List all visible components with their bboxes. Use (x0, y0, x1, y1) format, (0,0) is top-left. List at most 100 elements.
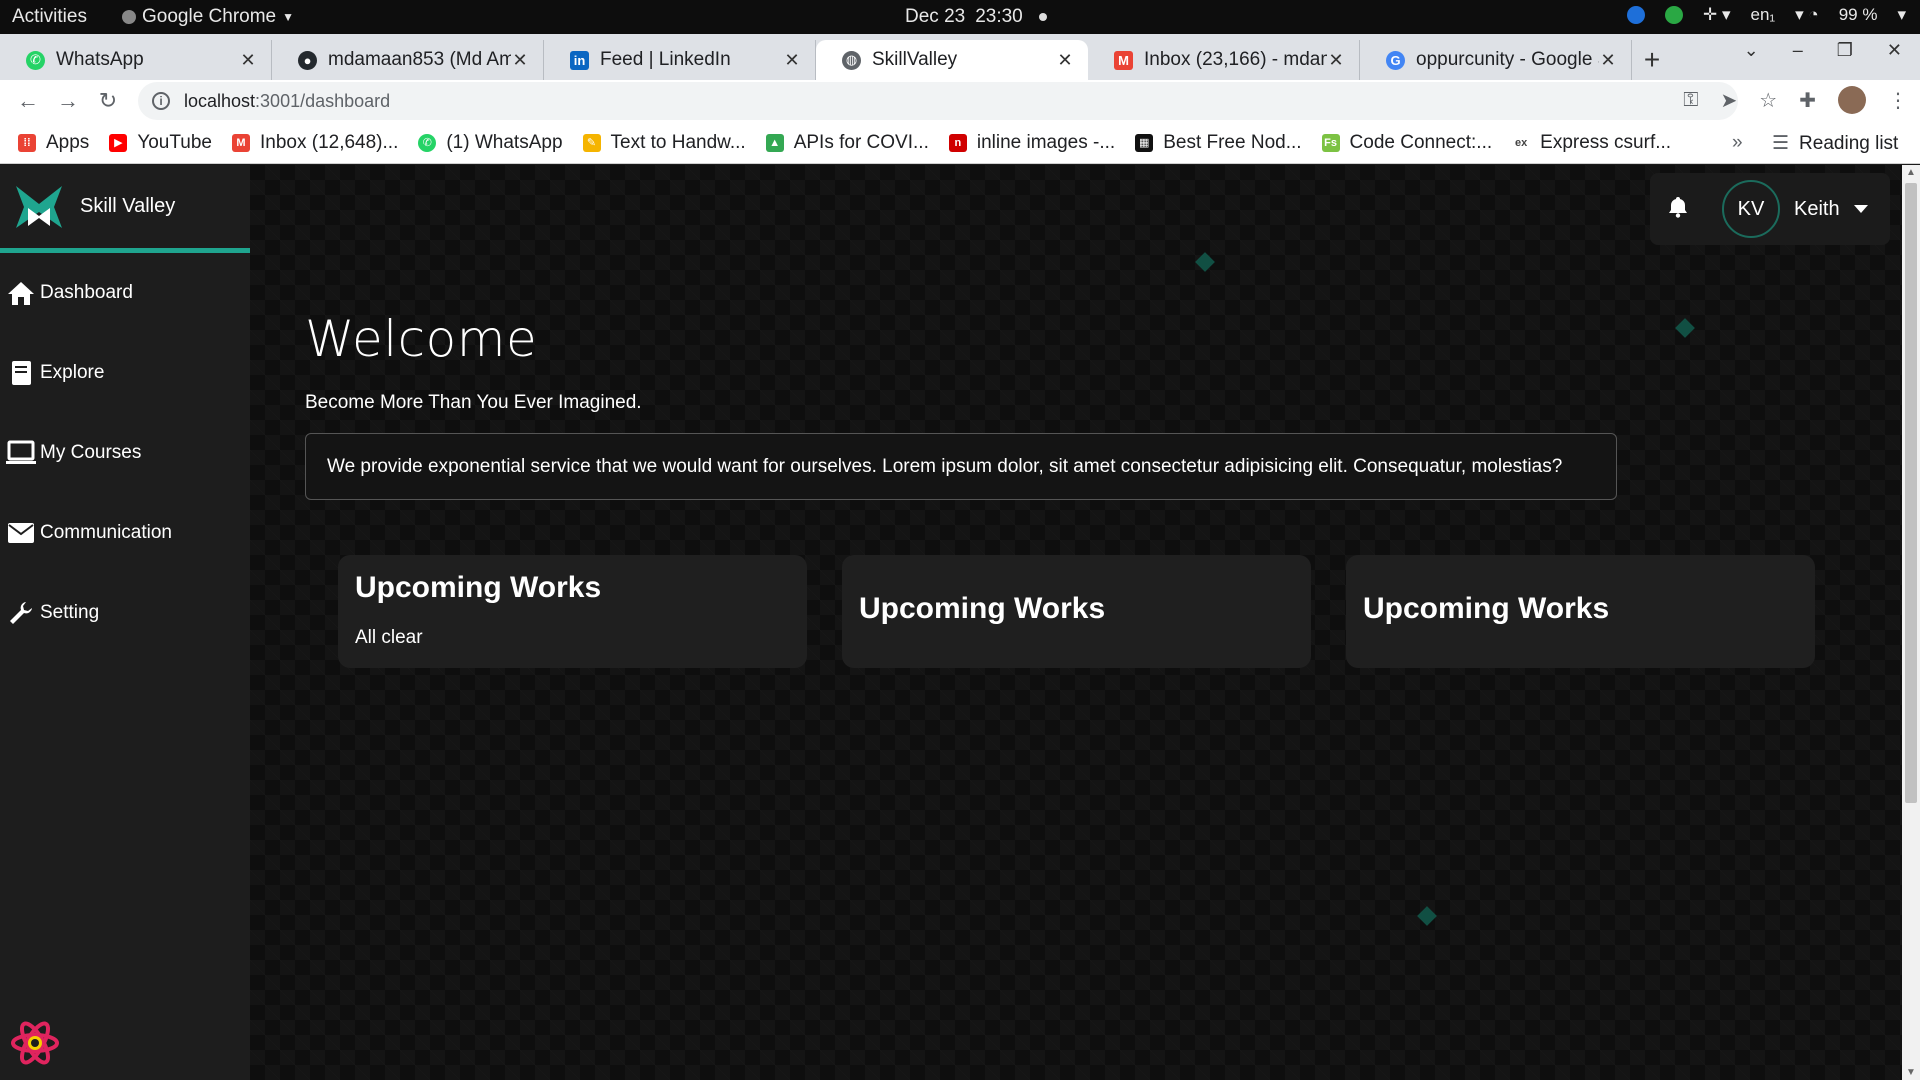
bookmark-label: YouTube (137, 131, 212, 153)
reading-list-button[interactable]: ☰ Reading list (1772, 132, 1898, 155)
brand-name: Skill Valley (80, 195, 176, 217)
bookmark-whatsapp[interactable]: ✆ (1) WhatsApp (418, 131, 563, 154)
send-icon[interactable]: ➤ (1721, 88, 1738, 113)
bookmark-code-connect[interactable]: Fs Code Connect:... (1321, 132, 1492, 154)
extensions-icon[interactable]: ✚ (1799, 88, 1816, 113)
bookmark-label: Inbox (12,648)... (259, 131, 399, 153)
close-icon[interactable]: ✕ (1056, 50, 1074, 71)
youtube-icon: ▶ (109, 133, 128, 152)
sidebar-item-label: My Courses (40, 442, 142, 463)
tab-title: mdamaan853 (Md Ama (328, 49, 511, 70)
bell-icon[interactable] (1668, 196, 1692, 223)
upcoming-works-card[interactable]: Upcoming Works (842, 555, 1311, 668)
tab-skillvalley[interactable]: ◍ SkillValley ✕ (816, 40, 1088, 80)
tab-github[interactable]: ● mdamaan853 (Md Ama ✕ (272, 40, 544, 80)
browser-toolbar: ← → ↻ i localhost:3001/dashboard ⚿ ➤ ☆ ✚… (0, 80, 1920, 122)
activities-button[interactable]: Activities (12, 6, 87, 28)
sidebar-nav: Dashboard Explore My Courses Communicati… (0, 253, 250, 653)
chevron-down-icon: ▾ (1897, 5, 1906, 24)
app-menu[interactable]: Google Chrome ▼ (122, 6, 294, 28)
reload-icon[interactable]: ↻ (88, 88, 128, 114)
sidebar-item-label: Explore (40, 362, 105, 383)
sidebar-item-setting[interactable]: Setting (0, 573, 250, 653)
site-info-icon[interactable]: i (152, 92, 170, 110)
bookmark-label: Apps (46, 131, 90, 153)
bookmark-apis-covid[interactable]: ▲ APIs for COVI... (765, 132, 929, 154)
profile-avatar[interactable] (1838, 86, 1866, 114)
forward-icon[interactable]: → (48, 88, 88, 114)
mission-text: We provide exponential service that we w… (327, 455, 1563, 477)
reading-list-label: Reading list (1799, 132, 1899, 154)
upcoming-works-card[interactable]: Upcoming Works (1346, 555, 1815, 668)
laptop-icon (6, 438, 36, 468)
bookmark-youtube[interactable]: ▶ YouTube (109, 132, 212, 154)
close-icon[interactable]: ✕ (511, 50, 529, 71)
bookmark-express-csurf[interactable]: ex Express csurf... (1512, 132, 1671, 154)
wifi-icon: ▾ ◔ (1795, 5, 1819, 24)
language-indicator: en₁ (1750, 5, 1776, 24)
upcoming-works-card[interactable]: Upcoming Works All clear (338, 555, 807, 668)
chrome-icon (122, 10, 136, 24)
bookmark-inline-images[interactable]: n inline images -... (948, 132, 1115, 154)
envelope-icon (6, 518, 36, 548)
clock[interactable]: Dec 23 23:30 (905, 6, 1047, 28)
gmail-icon: M (1114, 50, 1133, 70)
page-scrollbar[interactable]: ▲ ▼ (1902, 165, 1920, 1080)
book-icon (6, 358, 36, 388)
more-menu-icon[interactable]: ⋮ (1888, 88, 1908, 113)
bookmark-label: (1) WhatsApp (446, 131, 563, 153)
teamviewer-icon (1627, 6, 1645, 24)
star-icon[interactable]: ☆ (1759, 88, 1777, 113)
tab-strip: ✆ WhatsApp ✕ ● mdamaan853 (Md Ama ✕ in F… (0, 34, 1920, 80)
close-window-icon[interactable]: ✕ (1887, 40, 1902, 61)
gmail-icon: M (231, 133, 250, 152)
apps-grid-icon: ⁞⁞ (18, 133, 36, 152)
maximize-icon[interactable]: ❐ (1837, 40, 1853, 61)
key-icon[interactable]: ⚿ (1683, 89, 1698, 112)
tab-linkedin[interactable]: in Feed | LinkedIn ✕ (544, 40, 816, 80)
close-icon[interactable]: ✕ (783, 50, 801, 71)
clock-date: Dec 23 (905, 6, 966, 27)
user-name[interactable]: Keith (1794, 198, 1840, 221)
sidebar: Skill Valley Dashboard Explore My Course… (0, 165, 250, 1080)
scrollbar-thumb[interactable] (1905, 183, 1917, 803)
tab-gmail[interactable]: M Inbox (23,166) - mdam ✕ (1088, 40, 1360, 80)
close-icon[interactable]: ✕ (1599, 50, 1617, 71)
close-icon[interactable]: ✕ (239, 50, 257, 71)
scroll-up-icon[interactable]: ▲ (1906, 167, 1916, 178)
bookmarks-overflow-button[interactable]: » (1732, 132, 1743, 154)
pen-icon: ✎ (582, 133, 601, 152)
tab-search-icon[interactable]: ⌄ (1744, 40, 1759, 61)
tab-title: Inbox (23,166) - mdam (1144, 49, 1327, 70)
close-icon[interactable]: ✕ (1327, 50, 1345, 71)
bookmark-inbox[interactable]: M Inbox (12,648)... (231, 131, 399, 154)
scroll-down-icon[interactable]: ▼ (1906, 1067, 1916, 1078)
avatar[interactable]: KV (1722, 180, 1780, 238)
sidebar-item-my-courses[interactable]: My Courses (0, 413, 250, 493)
globe-icon: ◍ (842, 50, 861, 70)
shield-check-icon (1665, 6, 1683, 24)
bookmark-text-to-handwriting[interactable]: ✎ Text to Handw... (582, 132, 746, 154)
sidebar-item-explore[interactable]: Explore (0, 333, 250, 413)
system-tray[interactable]: ✛ ▾ en₁ ▾ ◔ 99 % ▾ (1627, 5, 1906, 25)
wrench-icon (6, 598, 36, 628)
minimize-icon[interactable]: – (1793, 40, 1803, 61)
background-diamond (1195, 252, 1215, 272)
app-name: Google Chrome (142, 6, 277, 27)
card-title: Upcoming Works (1363, 592, 1610, 625)
brand[interactable]: Skill Valley (0, 165, 250, 253)
tab-google[interactable]: G oppurcunity - Google S ✕ (1360, 40, 1632, 80)
chevron-down-icon[interactable] (1853, 205, 1868, 213)
react-devtools-icon[interactable] (10, 1018, 60, 1068)
address-bar[interactable]: i localhost:3001/dashboard (138, 82, 1738, 120)
clock-time: 23:30 (975, 6, 1023, 27)
dashboard-main: KV Keith Welcome Become More Than You Ev… (250, 165, 1902, 1080)
tab-whatsapp[interactable]: ✆ WhatsApp ✕ (0, 40, 272, 80)
new-tab-button[interactable]: + (1632, 40, 1672, 80)
bookmark-best-free-node[interactable]: ▦ Best Free Nod... (1135, 132, 1302, 154)
sidebar-item-dashboard[interactable]: Dashboard (0, 253, 250, 333)
bookmark-apps[interactable]: ⁞⁞ Apps (18, 132, 89, 154)
user-menu: KV Keith (1650, 173, 1890, 245)
sidebar-item-communication[interactable]: Communication (0, 493, 250, 573)
back-icon[interactable]: ← (8, 88, 48, 114)
